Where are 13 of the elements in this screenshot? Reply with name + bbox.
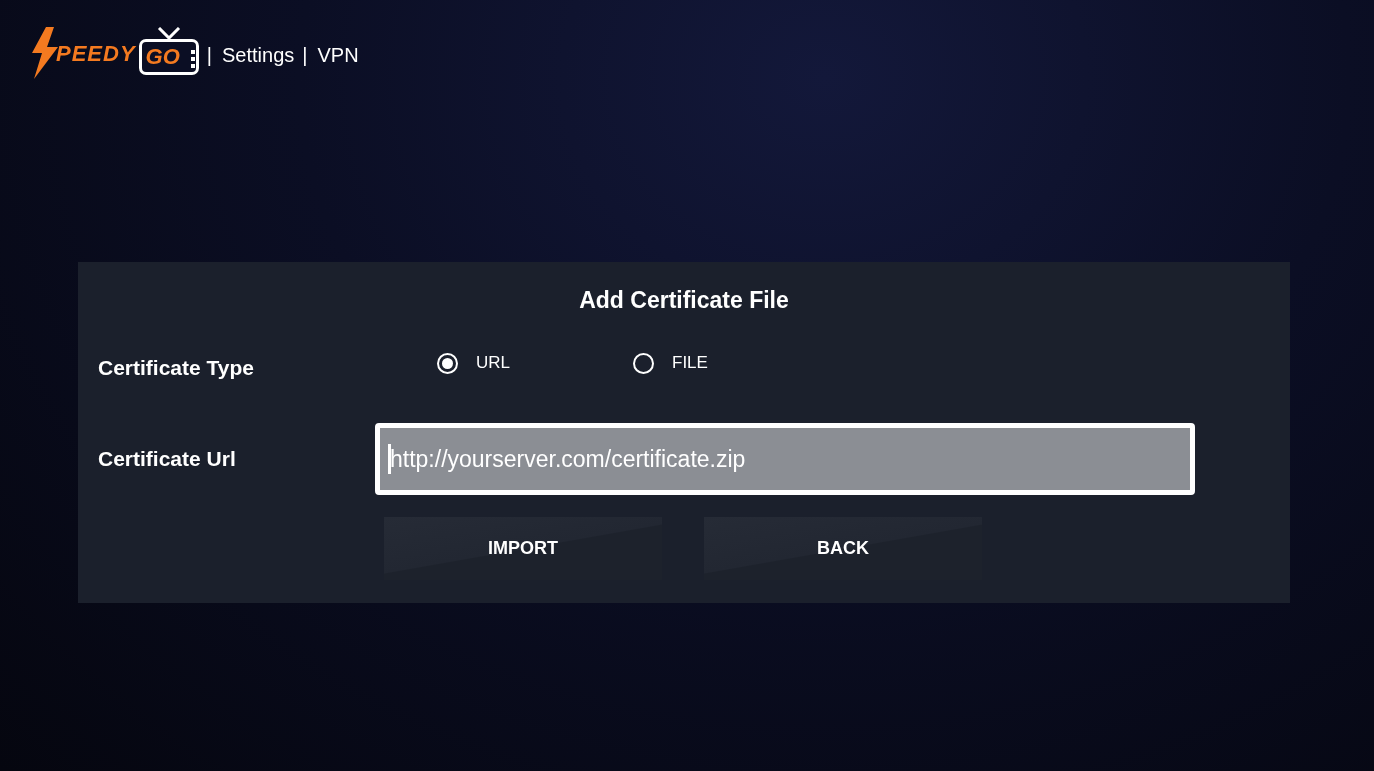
radio-label[interactable]: FILE	[672, 353, 708, 373]
radio-label[interactable]: URL	[476, 353, 510, 373]
breadcrumb-separator: |	[302, 43, 308, 67]
breadcrumb-item: VPN	[317, 43, 359, 67]
radio-button[interactable]	[633, 352, 654, 374]
breadcrumb-item: Settings	[222, 43, 295, 67]
field-label: Certificate Type	[97, 355, 255, 380]
dialog-title: Add Certificate File	[578, 287, 790, 315]
tv-logo: GO	[138, 27, 199, 75]
breadcrumb-separator: |	[206, 43, 213, 67]
field-label: Certificate Url	[97, 447, 237, 471]
radio-button[interactable]	[437, 352, 458, 374]
logo-text: PEEDY	[56, 41, 136, 67]
